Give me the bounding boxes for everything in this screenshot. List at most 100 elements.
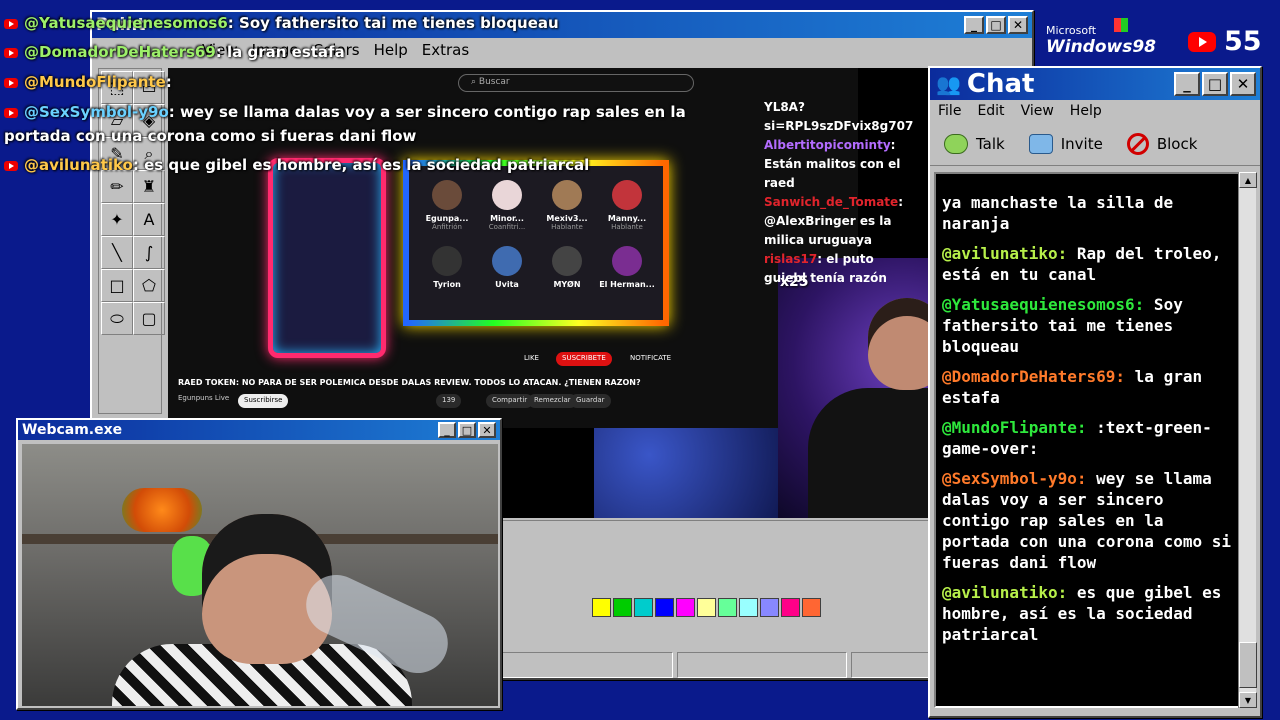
space-background — [594, 428, 778, 518]
color-swatch[interactable] — [613, 598, 632, 617]
invite-button[interactable]: Invite — [1028, 133, 1103, 154]
color-swatch[interactable] — [781, 598, 800, 617]
chat-scrollbar[interactable]: ▲ ▼ — [1238, 172, 1257, 708]
overlay-chat-line: @DomadorDeHaters69: la gran estafa — [4, 43, 345, 61]
like-count[interactable]: 139 — [436, 394, 462, 408]
stream-screenshot: ⌕ Buscar Egunpa... Anfitrión Minor... Coan… — [168, 68, 858, 428]
block-button[interactable]: Block — [1126, 132, 1197, 155]
polygon-icon[interactable]: ⬠ — [133, 269, 165, 302]
invite-icon — [1028, 133, 1053, 154]
subscribe-badge: SUSCRIBETE — [556, 352, 612, 366]
overlay-chat-line: @avilunatiko: es que gibel es hombre, as… — [4, 156, 589, 174]
color-swatch[interactable] — [655, 598, 674, 617]
guests-frame: Egunpa... Anfitrión Minor... Coanfitri... … — [403, 160, 669, 326]
color-swatch[interactable] — [634, 598, 653, 617]
video-title: RAED TOKEN: NO PARA DE SER POLEMICA DESD… — [178, 378, 641, 387]
status-cell — [676, 652, 848, 678]
text-icon[interactable]: A — [133, 203, 165, 236]
minimize-button[interactable]: _ — [964, 16, 984, 34]
pencil-icon[interactable]: ✏ — [101, 170, 133, 203]
chat-messages: ya manchaste la silla de naranja @avilun… — [934, 172, 1240, 708]
line-icon[interactable]: ╲ — [101, 236, 133, 269]
guest-card: Egunpa... Anfitrión — [415, 180, 479, 231]
guest-card: El Herman... — [595, 246, 659, 289]
color-swatch[interactable] — [760, 598, 779, 617]
webcam-feed — [22, 444, 498, 706]
airbrush-icon[interactable]: ✦ — [101, 203, 133, 236]
scroll-thumb[interactable] — [1239, 642, 1257, 688]
chat-titlebar[interactable]: 👥 Chat _ □ ✕ — [930, 68, 1260, 100]
twitch-msg: Albertitopicominty: Están malitos con el… — [764, 138, 901, 190]
talk-button[interactable]: Talk — [944, 133, 1005, 154]
windows-flag-icon — [1114, 18, 1128, 32]
menu-edit[interactable]: Edit — [977, 103, 1004, 119]
twitch-msg: Sanwich_de_Tomate: @AlexBringer es la mi… — [764, 195, 903, 247]
youtube-icon — [4, 107, 18, 118]
guest-card: MYØN — [535, 246, 599, 289]
menu-help[interactable]: Help — [1070, 103, 1102, 119]
close-button[interactable]: ✕ — [1008, 16, 1028, 34]
rectangle-icon[interactable]: □ — [101, 269, 133, 302]
guest-card: Minor... Coanfitri... — [475, 180, 539, 231]
host-cam-frame — [268, 158, 386, 358]
subscribe-button[interactable]: Suscribirse — [238, 394, 289, 408]
share-button[interactable]: Compartir — [486, 394, 534, 408]
color-swatch[interactable] — [739, 598, 758, 617]
chat-title: Chat — [966, 69, 1035, 99]
youtube-icon — [4, 77, 18, 88]
block-icon — [1126, 132, 1149, 155]
youtube-icon — [4, 160, 18, 171]
color-swatch[interactable] — [697, 598, 716, 617]
color-swatch[interactable] — [802, 598, 821, 617]
overlay-chat-line: @SexSymbol-y9o: wey se llama dalas voy a… — [4, 103, 686, 121]
chat-menubar: File Edit View Help — [930, 100, 1260, 122]
color-swatch[interactable] — [718, 598, 737, 617]
menu-view[interactable]: View — [1021, 103, 1054, 119]
chat-message: ya manchaste la silla de naranja — [942, 193, 1174, 233]
like-badge: LIKE — [524, 354, 539, 362]
twitch-msg: YL8A?si=RPL9szDFvix8g707 — [764, 100, 914, 133]
menu-help[interactable]: Help — [374, 41, 408, 59]
menu-file[interactable]: File — [938, 103, 961, 119]
ellipse-icon[interactable]: ⬭ — [101, 302, 133, 335]
twitch-chat: YL8A?si=RPL9szDFvix8g707 Albertitopicomi… — [764, 98, 920, 288]
twitch-msg: rislas17: el puto guiebl tenía razón — [764, 252, 887, 285]
minimize-button[interactable]: _ — [1174, 72, 1200, 96]
scroll-up-icon[interactable]: ▲ — [1239, 172, 1257, 188]
webcam-title: Webcam.exe — [22, 422, 123, 438]
chat-message: @Yatusaequienesomos6: Soy fathersito tai… — [942, 295, 1183, 356]
close-button[interactable]: ✕ — [1230, 72, 1256, 96]
color-swatch[interactable] — [592, 598, 611, 617]
search-input[interactable]: ⌕ Buscar — [458, 74, 694, 92]
guest-card: Tyrion — [415, 246, 479, 289]
color-swatch[interactable] — [676, 598, 695, 617]
overlay-chat-line: @Yatusaequienesomos6: Soy fathersito tai… — [4, 14, 559, 32]
scroll-down-icon[interactable]: ▼ — [1239, 692, 1257, 708]
menu-extras[interactable]: Extras — [422, 41, 469, 59]
youtube-icon — [4, 47, 18, 58]
guest-card: Uvita — [475, 246, 539, 289]
maximize-button[interactable]: □ — [1202, 72, 1228, 96]
minimize-button[interactable]: _ — [438, 422, 456, 438]
curve-icon[interactable]: ∫ — [133, 236, 165, 269]
guest-card: Manny... Hablante — [595, 180, 659, 231]
close-button[interactable]: ✕ — [478, 422, 496, 438]
color-palette — [592, 598, 821, 617]
save-button[interactable]: Guardar — [570, 394, 611, 408]
maximize-button[interactable]: □ — [986, 16, 1006, 34]
status-cell — [502, 652, 673, 678]
chat-toolbar: Talk Invite Block — [930, 122, 1260, 166]
youtube-icon — [4, 18, 18, 29]
webcam-titlebar[interactable]: Webcam.exe _ □ ✕ — [18, 420, 500, 440]
notify-badge: NOTIFICATE — [630, 354, 672, 362]
chat-people-icon: 👥 — [936, 72, 961, 96]
channel-name[interactable]: Egunpuns Live — [178, 394, 229, 402]
viewer-count: 55 — [1188, 26, 1262, 57]
chat-message: @SexSymbol-y9o: wey se llama dalas voy a… — [942, 469, 1231, 572]
rounded-rect-icon[interactable]: ▢ — [133, 302, 165, 335]
chat-window: 👥 Chat _ □ ✕ File Edit View Help Talk In… — [928, 66, 1262, 718]
chat-message: @DomadorDeHaters69: la gran estafa — [942, 367, 1203, 407]
chat-message: @MundoFlipante: :text-green-game-over: — [942, 418, 1212, 458]
maximize-button[interactable]: □ — [458, 422, 476, 438]
brush-icon[interactable]: ♜ — [133, 170, 165, 203]
